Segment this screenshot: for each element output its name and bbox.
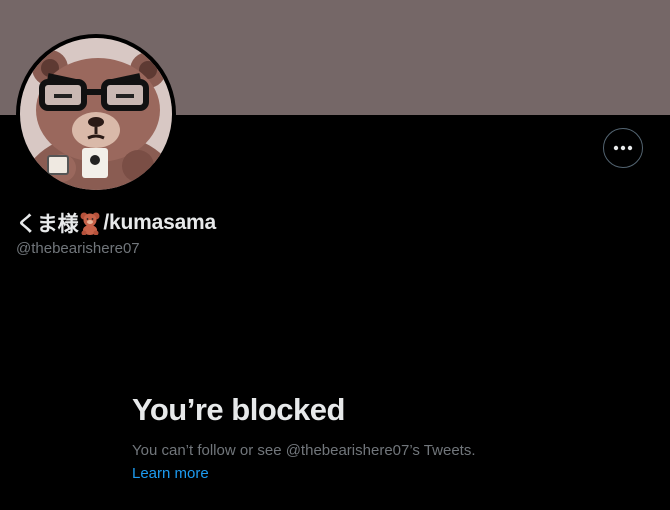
more-options-button[interactable] <box>603 128 643 168</box>
display-name: くま様 /kumasama <box>16 209 216 237</box>
bear-avatar-icon <box>20 38 172 190</box>
blocked-description: You can’t follow or see @thebearishere07… <box>132 442 476 459</box>
teddy-bear-emoji-icon <box>80 212 100 235</box>
blocked-title: You’re blocked <box>132 392 345 427</box>
display-name-prefix: くま様 <box>16 213 79 236</box>
display-name-suffix: /kumasama <box>103 211 217 234</box>
profile-handle: @thebearishere07 <box>16 240 140 257</box>
profile-avatar[interactable] <box>16 34 176 194</box>
more-horizontal-icon <box>613 145 633 151</box>
learn-more-link[interactable]: Learn more <box>132 465 209 482</box>
